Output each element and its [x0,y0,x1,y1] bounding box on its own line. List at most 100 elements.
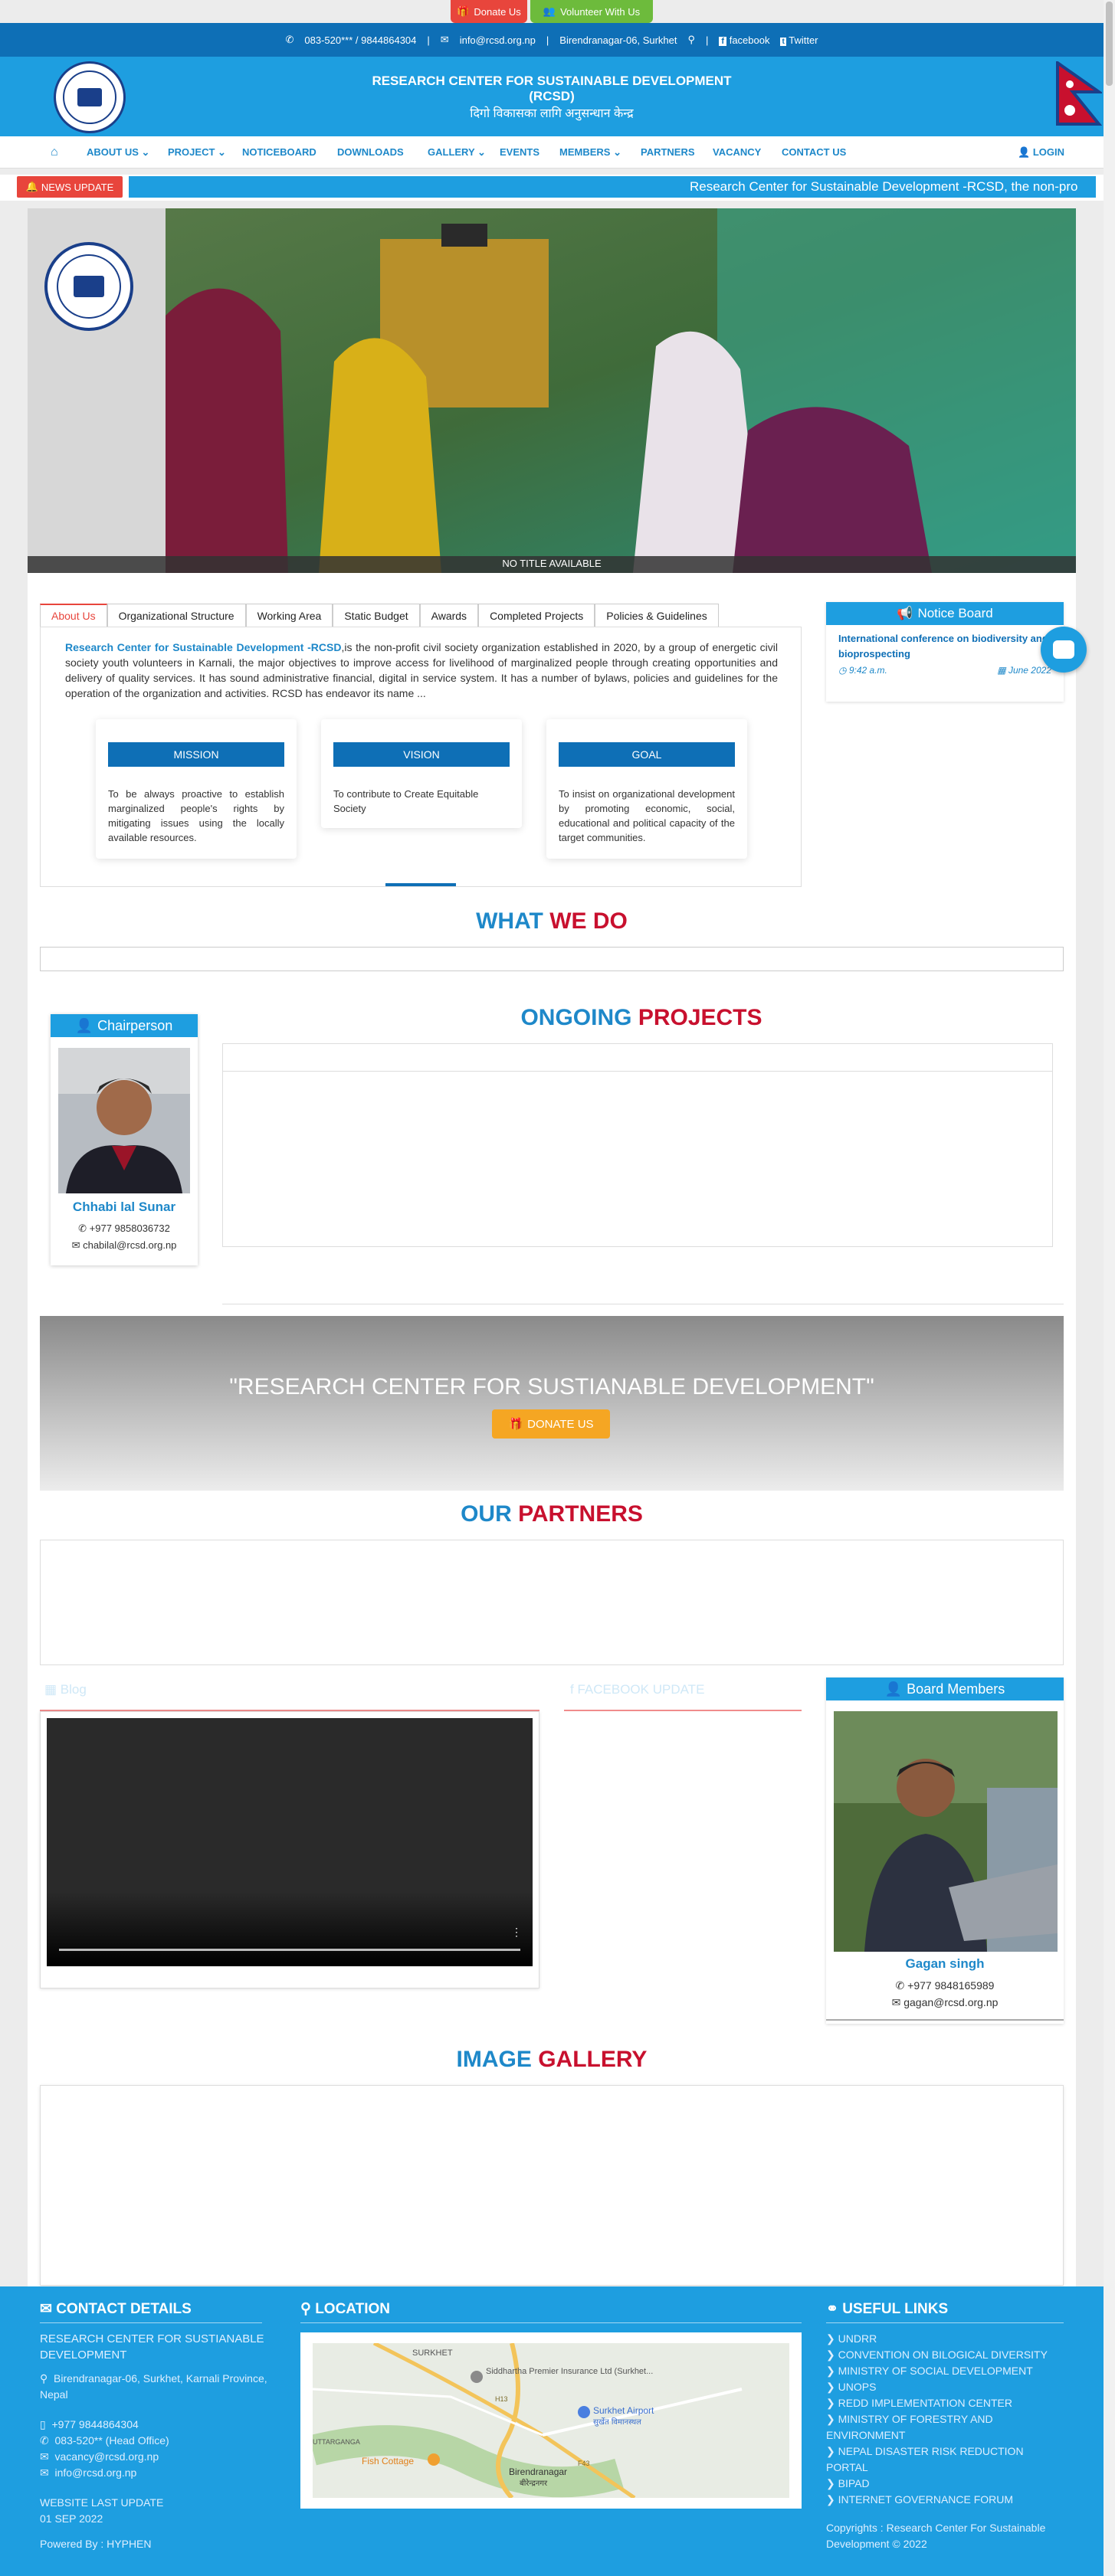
website-update-label: WEBSITE LAST UPDATE [40,2496,164,2509]
nav-members[interactable]: MEMBERS ⌄ [559,146,621,159]
gallery-a: IMAGE [456,2047,532,2072]
notice-item-title[interactable]: International conference on biodiversity… [838,631,1051,662]
donate-top-button[interactable]: 🎁 Donate Us [451,0,527,23]
chat-button[interactable] [1041,627,1087,673]
nav-gallery-label: GALLERY [428,146,475,158]
donate-banner-button[interactable]: 🎁 DONATE US [492,1409,610,1439]
footer: ✉ CONTACT DETAILS RESEARCH CENTER FOR SU… [0,2286,1104,2576]
nav-project[interactable]: PROJECT ⌄ [168,146,226,159]
mail-icon: ✉ [71,1239,80,1251]
news-update-badge: 🔔 NEWS UPDATE [17,176,123,198]
chevron-down-icon: ⌄ [141,146,150,158]
map-marker-icon: ⚲ [300,2301,311,2317]
mission-card: MISSION To be always proactive to establ… [96,719,297,859]
news-ticker[interactable]: Research Center for Sustainable Developm… [129,176,1096,198]
login-link[interactable]: 👤 LOGIN [1018,146,1064,159]
user-icon: 👤 [884,1681,903,1697]
chairperson-card: 👤 Chairperson Chhabi lal Sunar ✆ +977 985… [51,1014,198,1265]
nav-members-label: MEMBERS [559,146,611,158]
nav-partners[interactable]: PARTNERS [641,146,695,158]
footer-email1[interactable]: ✉ vacancy@rcsd.org.np [40,2449,277,2465]
page-scrollbar[interactable] [1104,0,1115,2576]
nav-vacancy[interactable]: VACANCY [713,146,761,158]
useful-link[interactable]: ❯ UNDRR [826,2331,1064,2347]
tab-working-area[interactable]: Working Area [245,604,333,627]
map-frame[interactable]: SURKHET Siddhartha Premier Insurance Ltd… [300,2332,802,2509]
facebook-link[interactable]: f facebook [719,34,769,46]
tab-organizational-structure[interactable]: Organizational Structure [107,604,246,627]
facebook-icon: f [570,1682,574,1697]
site-abbr: (RCSD) [529,89,575,103]
tab-awards[interactable]: Awards [419,604,479,627]
useful-link[interactable]: ❯ MINISTRY OF FORESTRY AND ENVIRONMENT [826,2411,1064,2443]
footer-email2[interactable]: ✉ info@rcsd.org.np [40,2465,277,2481]
footer-phone2: ✆ 083-520** (Head Office) [40,2433,277,2449]
useful-link[interactable]: ❯ MINISTRY OF SOCIAL DEVELOPMENT [826,2363,1064,2379]
map-pin-insurance [471,2371,483,2383]
news-label: NEWS UPDATE [41,181,114,193]
tab-completed-projects[interactable]: Completed Projects [478,604,595,627]
video-player[interactable]: ⋮ [47,1718,533,1966]
header-titles: RESEARCH CENTER FOR SUSTAINABLE DEVELOPM… [0,74,1104,121]
envelope-icon: ✉ [40,2466,49,2479]
tab-static-budget[interactable]: Static Budget [333,604,420,627]
map-label-premier: Siddhartha Premier Insurance Ltd (Surkhe… [486,2367,653,2376]
video-progress-bar[interactable] [59,1949,520,1951]
map-label-fish: Fish Cottage [362,2456,414,2466]
useful-link[interactable]: ❯ UNOPS [826,2379,1064,2395]
facebook-update-heading: f FACEBOOK UPDATE [570,1682,704,1697]
envelope-icon: ✉ [40,2450,49,2463]
book-icon [74,276,104,297]
footer-email2-value: info@rcsd.org.np [54,2466,137,2479]
notice-item[interactable]: International conference on biodiversity… [826,625,1064,682]
scrollbar-thumb[interactable] [1106,2,1113,86]
what-we-do-box [40,947,1064,971]
nav-contact[interactable]: CONTACT US [782,146,846,158]
useful-link[interactable]: ❯ BIPAD [826,2476,1064,2492]
chairperson-phone-value: +977 9858036732 [89,1223,170,1234]
nav-about[interactable]: ABOUT US ⌄ [87,146,149,159]
hero-caption: NO TITLE AVAILABLE [502,558,602,569]
hero-slider[interactable]: NO TITLE AVAILABLE [28,208,1076,573]
phone-icon: ✆ [40,2434,49,2447]
useful-link[interactable]: ❯ REDD IMPLEMENTATION CENTER [826,2395,1064,2411]
twitter-link[interactable]: t Twitter [780,34,818,46]
mail-icon: ✉ [440,34,449,45]
volunteer-button[interactable]: 👥 Volunteer With Us [530,0,653,23]
powered-by[interactable]: Powered By : HYPHEN [40,2536,277,2552]
useful-link-label: CONVENTION ON BILOGICAL DIVERSITY [838,2349,1048,2361]
news-bar: 🔔 NEWS UPDATE Research Center for Sustain… [0,175,1104,201]
nav-project-label: PROJECT [168,146,215,158]
divider: | [427,34,430,46]
strip-email[interactable]: info@rcsd.org.np [460,34,536,46]
ongoing-b: PROJECTS [638,1005,762,1030]
useful-link[interactable]: ❯ NEPAL DISASTER RISK REDUCTION PORTAL [826,2443,1064,2476]
chevron-down-icon: ⌄ [477,146,486,158]
nav-downloads[interactable]: DOWNLOADS [337,146,404,158]
phone-icon: ✆ [78,1223,87,1234]
useful-link[interactable]: ❯ INTERNET GOVERNANCE FORUM [826,2492,1064,2508]
divider: | [546,34,549,46]
useful-link[interactable]: ❯ CONVENTION ON BILOGICAL DIVERSITY [826,2347,1064,2363]
home-icon[interactable]: ⌂ [51,146,58,159]
twitter-icon: t [780,37,786,46]
chairperson-title: Chairperson [97,1017,173,1033]
nav-noticeboard[interactable]: NOTICEBOARD [242,146,316,158]
donate-banner: "RESEARCH CENTER FOR SUSTIANABLE DEVELOP… [40,1316,1064,1491]
more-options-icon[interactable]: ⋮ [511,1926,522,1939]
useful-link-label: MINISTRY OF SOCIAL DEVELOPMENT [838,2365,1033,2377]
map-pin-airport [578,2406,590,2418]
location-map[interactable]: SURKHET Siddhartha Premier Insurance Ltd… [309,2341,789,2500]
mail-icon: ✉ [891,1996,901,2008]
card-slider-indicator[interactable] [385,883,456,886]
location-label: LOCATION [315,2301,391,2317]
phone-icon: ✆ [895,1979,905,1992]
map-marker-icon: ⚲ [40,2372,48,2385]
nav-events[interactable]: EVENTS [500,146,539,158]
clock-icon: ◷ [838,665,847,676]
main-nav: ⌂ ABOUT US ⌄ PROJECT ⌄ NOTICEBOARD DOWNL… [0,136,1104,169]
tab-about-us[interactable]: About Us [40,604,107,627]
nav-gallery[interactable]: GALLERY ⌄ [428,146,486,159]
tab-policies[interactable]: Policies & Guidelines [595,604,719,627]
useful-links-label: USEFUL LINKS [842,2301,949,2317]
